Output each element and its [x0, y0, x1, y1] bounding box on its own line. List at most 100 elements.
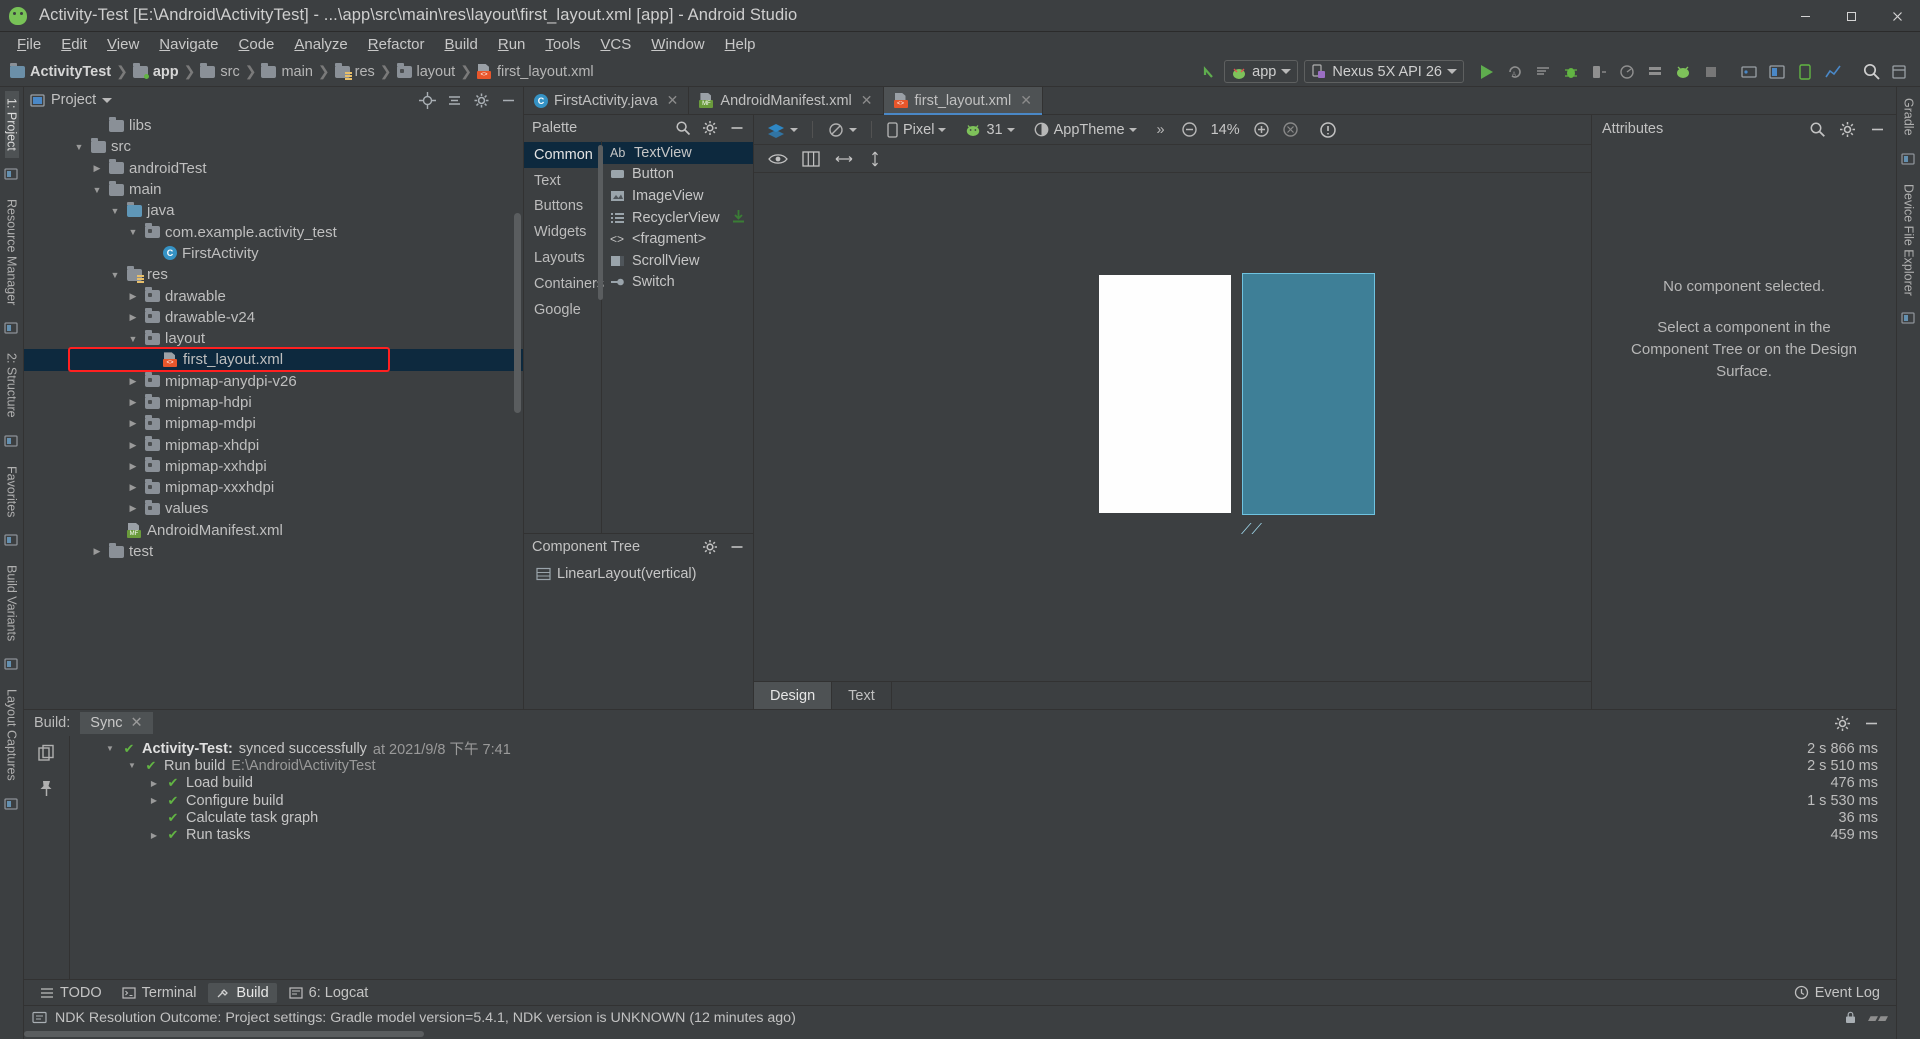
close-icon[interactable]: ✕ — [667, 92, 679, 109]
build-variants-icon[interactable] — [3, 656, 21, 674]
locate-icon[interactable] — [419, 91, 436, 109]
build-output-row[interactable]: ▼ ✔ Run build E:\Android\ActivityTest 2 s 5… — [70, 757, 1896, 774]
palette-category-common[interactable]: Common — [524, 142, 601, 168]
settings-icon[interactable] — [1839, 121, 1856, 138]
orientation-icon[interactable] — [823, 120, 861, 140]
menu-item-refactor[interactable]: Refactor — [358, 34, 435, 55]
menu-item-edit[interactable]: Edit — [51, 34, 97, 55]
sync-gradle-icon[interactable] — [1736, 60, 1762, 84]
chevron-right-icon[interactable]: ▶ — [90, 163, 104, 174]
tree-node[interactable]: ▶ drawable-v24 — [24, 307, 523, 328]
tree-node[interactable]: ▶ mipmap-xxxhdpi — [24, 477, 523, 498]
build-sync-tab[interactable]: Sync ✕ — [80, 712, 153, 734]
device-manager-icon[interactable] — [1792, 60, 1818, 84]
breadcrumb-item-src[interactable]: src — [196, 62, 243, 80]
zoom-in-button[interactable] — [1249, 119, 1274, 140]
theme-selector[interactable]: AppTheme — [1029, 119, 1141, 140]
chevron-right-icon[interactable]: ▶ — [126, 312, 140, 323]
menu-item-vcs[interactable]: VCS — [590, 34, 641, 55]
close-icon[interactable]: ✕ — [1020, 92, 1032, 109]
hide-icon[interactable] — [729, 539, 745, 555]
palette-categories[interactable]: Common Text Buttons Widgets Layouts Container… — [524, 141, 604, 533]
sdk-manager-icon[interactable] — [1642, 60, 1668, 84]
palette-category-text[interactable]: Text — [524, 168, 601, 194]
close-icon[interactable]: ✕ — [131, 715, 143, 731]
tree-node[interactable]: ▼ java — [24, 200, 523, 221]
back-arrow-icon[interactable] — [1196, 60, 1222, 84]
menu-item-window[interactable]: Window — [641, 34, 714, 55]
breadcrumb-item-main[interactable]: main — [257, 62, 316, 80]
rail-item-gradle[interactable]: Gradle — [1902, 91, 1916, 143]
tool-window-6--logcat[interactable]: 6: Logcat — [281, 983, 377, 1003]
settings-icon[interactable] — [473, 92, 490, 109]
build-output-row[interactable]: ▼ ✔ Activity-Test: synced successfully at … — [70, 740, 1896, 759]
chevron-right-icon[interactable]: ▶ — [126, 397, 140, 408]
build-output-row[interactable]: ▶ ✔ Load build 476 ms — [70, 775, 1896, 792]
profiler-icon[interactable] — [1820, 60, 1846, 84]
chevron-right-icon[interactable]: ▶ — [126, 418, 140, 429]
avd-manager-icon[interactable] — [1670, 60, 1696, 84]
profile-icon[interactable] — [1614, 60, 1640, 84]
horizontal-constraint-icon[interactable] — [834, 152, 854, 166]
run-configuration-selector[interactable]: app — [1224, 60, 1299, 83]
resource-manager-icon[interactable] — [3, 320, 21, 338]
project-tree[interactable]: libs ▼ src ▶ androidTest ▼ main ▼ java ▼ com.examp… — [24, 113, 523, 709]
attach-debugger-icon[interactable] — [1586, 60, 1612, 84]
hide-icon[interactable] — [1863, 715, 1880, 732]
chevron-down-icon[interactable]: ▼ — [104, 744, 116, 753]
search-everywhere-icon[interactable] — [1858, 60, 1884, 84]
settings-icon[interactable] — [1834, 715, 1851, 732]
palette-item-scrollview[interactable]: ScrollView — [602, 250, 753, 272]
design-surface-mode-icon[interactable] — [762, 120, 802, 140]
tool-window-terminal[interactable]: Terminal — [114, 983, 205, 1003]
rail-item-resource-manager[interactable]: Resource Manager — [5, 192, 19, 312]
palette-item-imageview[interactable]: ImageView — [602, 185, 753, 207]
blueprint-icon[interactable] — [802, 150, 820, 167]
project-icon[interactable] — [3, 166, 21, 184]
rail-item-2-structure[interactable]: 2: Structure — [5, 346, 19, 425]
palette-category-buttons[interactable]: Buttons — [524, 194, 601, 220]
chevron-right-icon[interactable]: ▶ — [126, 440, 140, 451]
tree-node[interactable]: ▶ mipmap-mdpi — [24, 413, 523, 434]
palette-item-recyclerview[interactable]: RecyclerView — [602, 207, 753, 229]
tool-window-todo[interactable]: TODO — [32, 983, 110, 1003]
menu-item-tools[interactable]: Tools — [535, 34, 590, 55]
palette-category-widgets[interactable]: Widgets — [524, 219, 601, 245]
component-tree[interactable]: LinearLayout(vertical) — [524, 559, 753, 709]
layout-inspector-icon[interactable] — [1764, 60, 1790, 84]
chevron-down-icon[interactable]: ▼ — [126, 227, 140, 237]
favorites-icon[interactable] — [3, 532, 21, 550]
design-tab-text[interactable]: Text — [832, 682, 892, 709]
menu-item-analyze[interactable]: Analyze — [284, 34, 357, 55]
chevron-down-icon[interactable]: ▼ — [108, 206, 122, 216]
settings-icon[interactable] — [1886, 60, 1912, 84]
rail-item-favorites[interactable]: Favorites — [5, 459, 19, 524]
rail-item-1-project[interactable]: 1: Project — [4, 91, 19, 158]
hide-icon[interactable] — [500, 92, 517, 109]
close-button[interactable] — [1874, 0, 1920, 32]
chevron-right-icon[interactable]: ▶ — [148, 796, 160, 805]
tree-node-selected[interactable]: <> first_layout.xml — [24, 349, 523, 371]
chevron-right-icon[interactable]: ▶ — [126, 461, 140, 472]
apply-code-changes-icon[interactable] — [1530, 60, 1556, 84]
menu-item-build[interactable]: Build — [434, 34, 487, 55]
chevron-down-icon[interactable]: ▼ — [72, 142, 86, 152]
vertical-constraint-icon[interactable] — [868, 150, 882, 168]
tree-node[interactable]: ▶ test — [24, 541, 523, 562]
tree-node[interactable]: ▼ res — [24, 264, 523, 285]
resize-handle-icon[interactable]: ⟋⟋ — [1241, 521, 1262, 538]
api-level-selector[interactable]: 31 — [960, 120, 1018, 140]
search-icon[interactable] — [1809, 121, 1826, 138]
memory-indicator-icon[interactable]: ▰▰ — [1868, 1010, 1888, 1026]
hide-icon[interactable] — [729, 120, 745, 136]
chevron-down-icon[interactable]: ▼ — [108, 270, 122, 280]
pin-tab-icon[interactable] — [37, 779, 56, 798]
debug-icon[interactable] — [1558, 60, 1584, 84]
close-icon[interactable]: ✕ — [861, 92, 873, 109]
zoom-out-button[interactable] — [1177, 119, 1202, 140]
component-tree-row[interactable]: LinearLayout(vertical) — [524, 563, 753, 585]
chevron-right-icon[interactable]: ▶ — [126, 376, 140, 387]
editor-tab-firstactivity-java[interactable]: C FirstActivity.java ✕ — [524, 87, 690, 114]
tree-node[interactable]: ▼ main — [24, 179, 523, 200]
tree-node[interactable]: ▶ values — [24, 498, 523, 519]
